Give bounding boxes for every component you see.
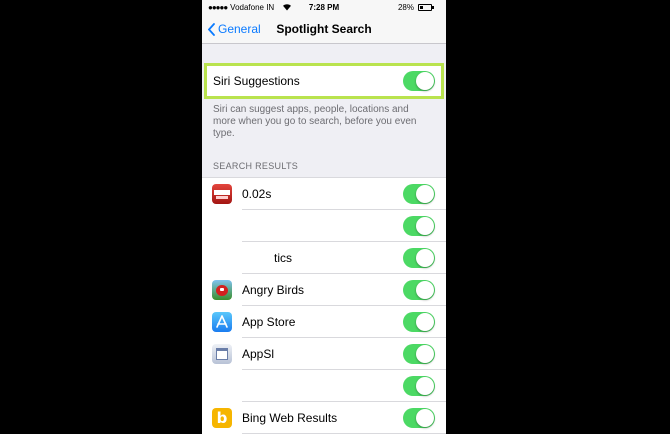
result-toggle[interactable] [403, 376, 435, 396]
phone-screen: ●●●●● Vodafone IN 7:28 PM 28% General Spo… [202, 0, 446, 434]
highlight-box [204, 63, 444, 99]
app-name: App Store [242, 315, 296, 329]
list-item [202, 370, 446, 402]
page-title: Spotlight Search [276, 22, 372, 36]
bing-icon: b [212, 408, 232, 428]
red-app-icon [212, 184, 232, 204]
battery-percent: 28% [397, 3, 414, 12]
app-name: AppSl [242, 347, 275, 361]
status-bar: ●●●●● Vodafone IN 7:28 PM 28% [202, 0, 446, 16]
result-toggle[interactable] [403, 184, 435, 204]
list-item [202, 210, 446, 242]
navigation-bar: General Spotlight Search [202, 16, 446, 44]
app-name: Bing Web Results [242, 411, 338, 425]
app-name: 0.02s [242, 187, 272, 201]
battery-icon [418, 4, 434, 11]
siri-footer-text: Siri can suggest apps, people, locations… [213, 104, 417, 139]
result-toggle[interactable] [403, 248, 435, 268]
app-store-icon [212, 312, 232, 332]
list-item: AppSl [202, 338, 446, 370]
app-name: Angry Birds [242, 283, 305, 297]
result-toggle[interactable] [403, 280, 435, 300]
result-toggle[interactable] [403, 216, 435, 236]
list-item: 0.02s [202, 178, 446, 210]
list-item: Angry Birds [202, 274, 446, 306]
angry-birds-icon [212, 280, 232, 300]
list-item: b Bing Web Results [202, 402, 446, 434]
calendar-app-icon [212, 344, 232, 364]
section-header: SEARCH RESULTS [213, 161, 299, 171]
app-name: tics [274, 251, 292, 265]
result-toggle[interactable] [403, 344, 435, 364]
list-item: App Store [202, 306, 446, 338]
result-toggle[interactable] [403, 312, 435, 332]
list-item: tics [202, 242, 446, 274]
blank-app-icon [213, 216, 216, 236]
result-toggle[interactable] [403, 408, 435, 428]
search-results-list: 0.02s tics Angry Birds App Store AppSl b… [202, 177, 446, 434]
